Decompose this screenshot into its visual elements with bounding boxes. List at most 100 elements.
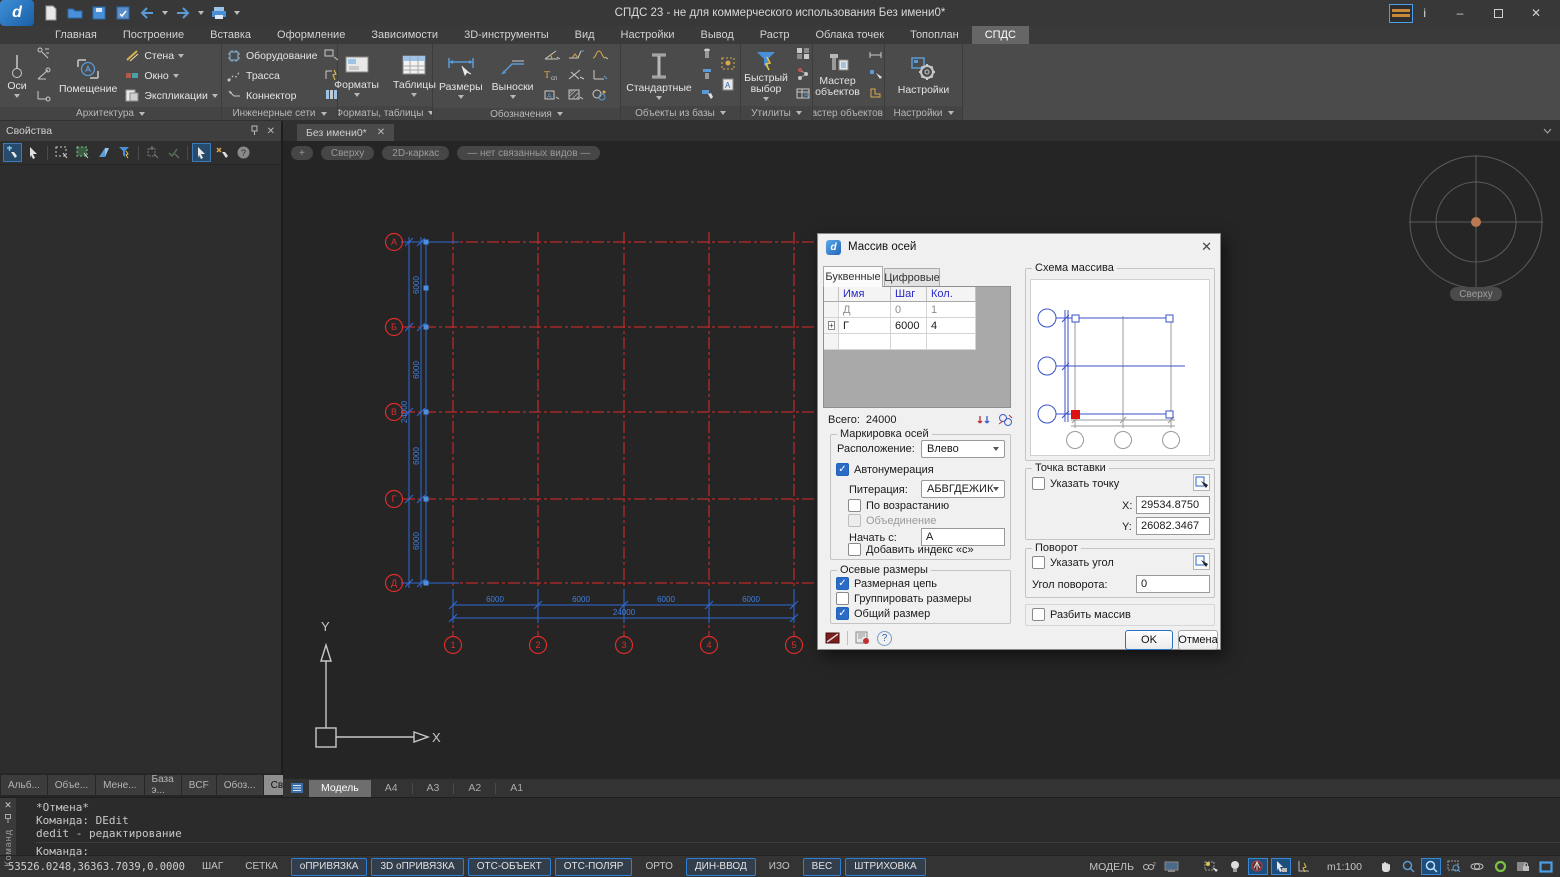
regen-icon[interactable]: [1490, 858, 1510, 875]
add-selection-icon[interactable]: [3, 143, 22, 162]
menu-tab-postroenie[interactable]: Построение: [110, 26, 197, 44]
menu-tab-rastr[interactable]: Растр: [747, 26, 803, 44]
dim-chain-checkbox[interactable]: [836, 577, 849, 590]
save-settings-icon[interactable]: [854, 630, 871, 646]
sheet-lock-icon[interactable]: [1513, 858, 1533, 875]
quick-select-button[interactable]: Быстрый выбор: [741, 48, 791, 102]
formats-dropdown-icon[interactable]: [354, 93, 360, 97]
group-dims-checkbox-row[interactable]: Группировать размеры: [836, 592, 971, 605]
preview-toggle-icon[interactable]: [824, 630, 841, 646]
dimensions-dropdown-icon[interactable]: [458, 95, 464, 99]
command-history[interactable]: *Отмена* Команда: DEdit dedit - редактир…: [16, 798, 1560, 855]
zoom-realtime-icon[interactable]: [1421, 858, 1441, 875]
save-as-icon[interactable]: [114, 4, 132, 22]
axis-monitor-icon[interactable]: [1294, 858, 1314, 875]
add-index-checkbox[interactable]: [848, 543, 861, 556]
menu-tab-glavnaya[interactable]: Главная: [42, 26, 110, 44]
structure-icon[interactable]: [796, 67, 810, 83]
viewport-linked-views-control[interactable]: — нет связанных видов —: [457, 146, 600, 160]
pin-icon[interactable]: [250, 125, 259, 138]
row-expander-cell[interactable]: +: [824, 318, 839, 334]
selection-preview-icon[interactable]: [1202, 858, 1222, 875]
toggle-grid[interactable]: СЕТКА: [236, 858, 287, 876]
zoom-icon[interactable]: [1398, 858, 1418, 875]
autonumber-checkbox-row[interactable]: Автонумерация: [836, 463, 934, 476]
standard-parts-dropdown-icon[interactable]: [656, 96, 662, 100]
lightbulb-icon[interactable]: [1225, 858, 1245, 875]
panel-tab-database[interactable]: База э...: [145, 775, 181, 795]
compass-view-label[interactable]: Сверху: [1450, 287, 1502, 301]
group-dims-checkbox[interactable]: [836, 592, 849, 605]
autonumber-checkbox[interactable]: [836, 463, 849, 476]
toggle-otrack-polar[interactable]: ОТС-ПОЛЯР: [555, 858, 633, 876]
dim-tool-icon[interactable]: [868, 49, 883, 64]
zoom-window-icon[interactable]: [1444, 858, 1464, 875]
redo-dropdown-icon[interactable]: [198, 11, 204, 15]
help-icon[interactable]: ?: [234, 143, 253, 162]
section-mark-icon[interactable]: [591, 68, 609, 84]
angle-dim-icon[interactable]: [543, 48, 561, 64]
document-tab[interactable]: Без имени0*✕: [297, 124, 394, 141]
axes-button[interactable]: Оси: [3, 52, 31, 99]
print-icon[interactable]: [210, 4, 228, 22]
axes-table[interactable]: Имя Шаг Кол. Д 0 1 + Г 6000: [823, 286, 1011, 408]
move-selection-icon[interactable]: [143, 143, 162, 162]
pan-hand-icon[interactable]: [1375, 858, 1395, 875]
current-scale-label[interactable]: m1:100: [1317, 861, 1372, 873]
flip-select-icon[interactable]: [94, 143, 113, 162]
cell-count[interactable]: 4: [927, 318, 976, 334]
workspace-icon[interactable]: [1389, 4, 1413, 23]
panel-tab-annotations[interactable]: Обоз...: [217, 775, 263, 795]
cell-step[interactable]: 6000: [891, 318, 927, 334]
location-select[interactable]: Влево: [921, 440, 1005, 458]
level-mark-icon[interactable]: [567, 48, 585, 64]
group-title-utilities[interactable]: Утилиты: [741, 106, 812, 120]
bolt-top-icon[interactable]: [700, 47, 714, 63]
maximize-button[interactable]: [1484, 3, 1512, 23]
squares-icon[interactable]: [796, 47, 810, 63]
ascending-checkbox[interactable]: [848, 499, 861, 512]
viewport-add-control[interactable]: +: [291, 146, 313, 160]
weld-mark-icon[interactable]: [591, 88, 609, 104]
group-title-settings[interactable]: Настройки: [885, 106, 962, 120]
tab-letter-axes[interactable]: Буквенные: [823, 266, 883, 287]
tables-button[interactable]: Таблицы: [390, 53, 439, 98]
hatch-icon[interactable]: [567, 88, 585, 104]
document-close-icon[interactable]: ✕: [377, 127, 385, 138]
object-master-button[interactable]: Мастер объектов: [813, 51, 863, 99]
toggle-3d-osnap[interactable]: 3D оПРИВЯЗКА: [371, 858, 463, 876]
explication-button[interactable]: Экспликации: [123, 86, 220, 105]
renumber-icon[interactable]: [976, 412, 993, 428]
layout-tab-a4[interactable]: A4: [373, 780, 410, 797]
lettering-select[interactable]: АБВГДЕЖИК: [921, 480, 1005, 498]
command-input[interactable]: Команда:: [36, 842, 1560, 858]
settings-button[interactable]: Настройки: [895, 54, 953, 97]
pick-angle-button[interactable]: [1193, 553, 1210, 570]
crossing-select-icon[interactable]: [73, 143, 92, 162]
space-mode-label[interactable]: МОДЕЛЬ: [1089, 861, 1134, 873]
new-file-icon[interactable]: [42, 4, 60, 22]
menu-tab-vstavka[interactable]: Вставка: [197, 26, 264, 44]
group-title-formats[interactable]: Форматы, таблицы: [338, 106, 432, 120]
group-title-object-master[interactable]: Мастер объектов: [813, 106, 884, 120]
selection-cycling-icon[interactable]: [1248, 858, 1268, 875]
connector-button[interactable]: Коннектор: [225, 86, 319, 105]
room-button[interactable]: Помещение: [56, 55, 120, 96]
command-pin-icon[interactable]: [4, 814, 12, 826]
qat-customize-icon[interactable]: [234, 11, 240, 15]
explode-checkbox-row[interactable]: Разбить массив: [1032, 608, 1131, 621]
tables-dropdown-icon[interactable]: [411, 93, 417, 97]
close-panel-icon[interactable]: ✕: [267, 126, 275, 137]
menu-tab-3d[interactable]: 3D-инструменты: [451, 26, 562, 44]
toggle-snap-step[interactable]: ШАГ: [193, 858, 232, 876]
group-title-networks[interactable]: Инженерные сети: [222, 107, 337, 120]
layout-list-icon[interactable]: [287, 781, 307, 796]
window-button[interactable]: Окно: [123, 66, 220, 85]
quick-select-dropdown-icon[interactable]: [763, 97, 769, 101]
wall-button[interactable]: Стена: [123, 46, 220, 65]
viewport-view-control[interactable]: Сверху: [321, 146, 374, 160]
explication-dropdown-icon[interactable]: [212, 94, 218, 98]
a-doc-icon[interactable]: A: [721, 78, 736, 94]
fullscreen-icon[interactable]: [1536, 858, 1556, 875]
filter-select-icon[interactable]: [115, 143, 134, 162]
